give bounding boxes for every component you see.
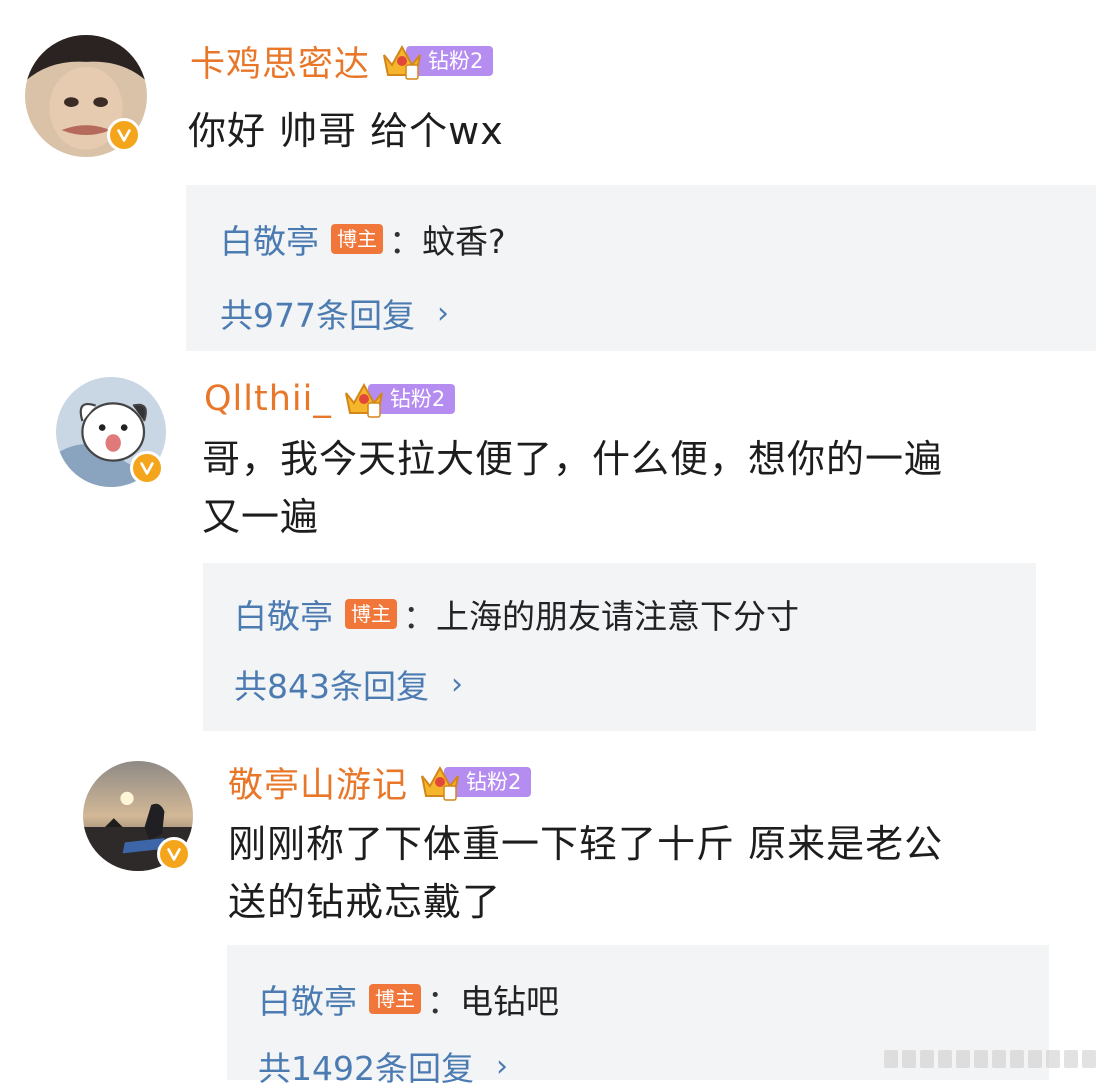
comment-text-line-1: 哥，我今天拉大便了，什么便，想你的一遍 — [202, 437, 944, 481]
reply-count-label: 共1492条回复 — [258, 1049, 474, 1088]
watermark — [884, 1050, 1096, 1068]
fan-badge[interactable]: 钻粉2 — [380, 42, 494, 80]
reply-text: 电钻吧 — [460, 982, 559, 1021]
verified-v-icon — [157, 837, 191, 871]
reply-author[interactable]: 白敬亭 — [220, 215, 319, 263]
crown-icon — [421, 765, 459, 801]
reply-colon: ： — [427, 982, 460, 1021]
chevron-right-icon: › — [495, 1048, 508, 1084]
comment-text-line-1: 刚刚称了下体重一下轻了十斤 原来是老公 — [228, 822, 944, 866]
reply-count-label: 共843条回复 — [234, 667, 429, 706]
crown-icon — [383, 44, 421, 80]
reply-count-link[interactable]: 共977条回复 › — [220, 289, 449, 337]
comment-text: 你好 帅哥 给个wx — [188, 109, 504, 153]
chevron-right-icon: › — [451, 666, 463, 702]
username[interactable]: 卡鸡思密达 — [190, 36, 370, 87]
reply-count-link[interactable]: 共1492条回复 › — [258, 1042, 508, 1090]
verified-v-icon — [107, 118, 141, 152]
comment-text: 刚刚称了下体重一下轻了十斤 原来是老公 送的钻戒忘戴了 — [228, 815, 1088, 931]
host-tag: 博主 — [369, 984, 421, 1014]
chevron-right-icon: › — [437, 295, 449, 331]
username[interactable]: Qllthii_ — [204, 379, 332, 419]
reply-colon: ： — [389, 222, 422, 261]
avatar[interactable] — [56, 377, 166, 487]
comment-text-line-2: 送的钻戒忘戴了 — [228, 880, 502, 924]
fan-badge[interactable]: 钻粉2 — [342, 380, 456, 418]
avatar[interactable] — [25, 35, 147, 157]
reply-colon: ： — [403, 597, 436, 636]
comment-text: 哥，我今天拉大便了，什么便，想你的一遍 又一遍 — [202, 430, 1082, 546]
reply-count-link[interactable]: 共843条回复 › — [234, 660, 463, 708]
verified-v-icon — [130, 451, 164, 485]
host-tag: 博主 — [331, 224, 383, 254]
avatar[interactable] — [83, 761, 193, 871]
reply-author[interactable]: 白敬亭 — [258, 975, 357, 1023]
reply-preview[interactable]: 白敬亭 博主 ： 蚊香? 共977条回复 › — [186, 185, 1096, 351]
fan-badge[interactable]: 钻粉2 — [418, 763, 532, 801]
username[interactable]: 敬亭山游记 — [228, 757, 408, 808]
reply-count-label: 共977条回复 — [220, 296, 415, 335]
comment-text-line-2: 又一遍 — [202, 495, 320, 539]
reply-author[interactable]: 白敬亭 — [234, 590, 333, 638]
crown-icon — [344, 382, 383, 418]
reply-preview[interactable]: 白敬亭 博主 ： 上海的朋友请注意下分寸 共843条回复 › — [203, 563, 1036, 731]
host-tag: 博主 — [345, 599, 397, 629]
reply-text: 上海的朋友请注意下分寸 — [436, 597, 799, 636]
reply-text: 蚊香? — [422, 222, 506, 261]
